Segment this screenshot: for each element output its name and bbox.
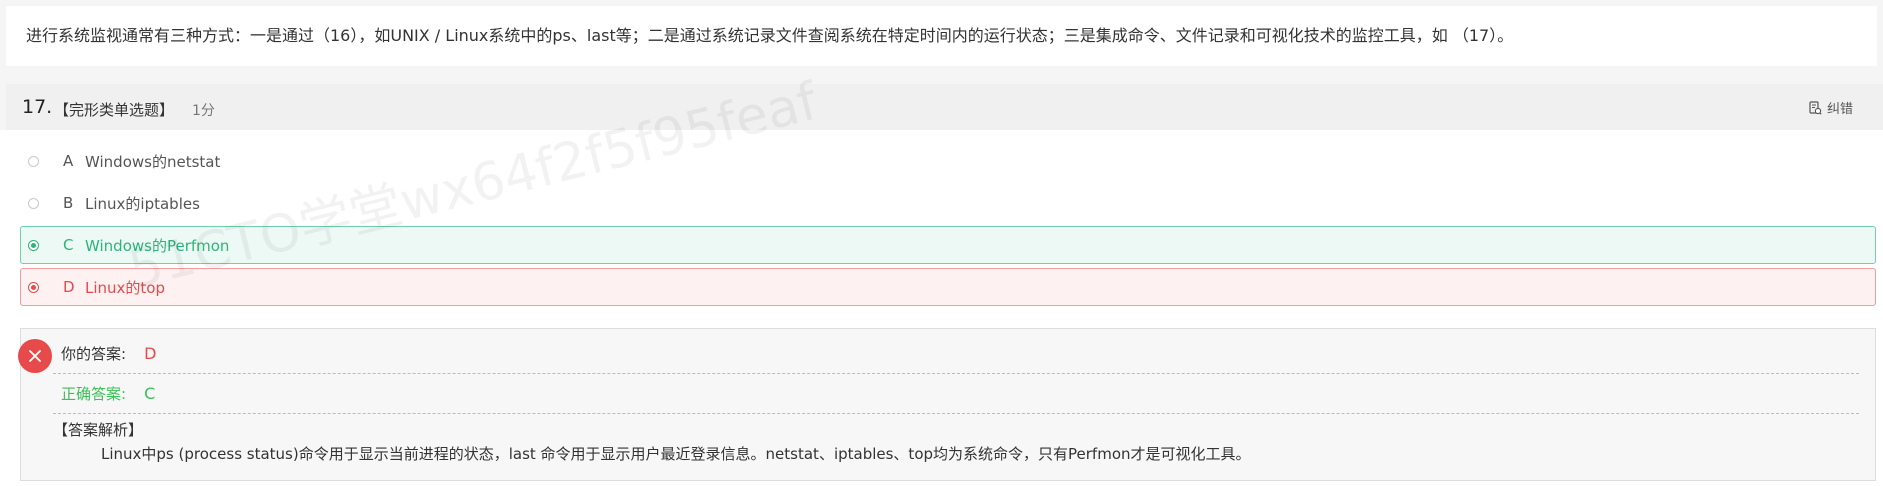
option-b-letter: B (63, 194, 74, 212)
option-c-letter: C (63, 236, 74, 254)
question-number: 17. (22, 96, 53, 118)
report-error-label: 纠错 (1826, 102, 1853, 117)
page: 进行系统监视通常有三种方式：一是通过（16），如UNIX / Linux系统中的… (0, 0, 1883, 486)
option-a-radio[interactable] (28, 155, 39, 167)
option-d-radio[interactable] (28, 281, 39, 293)
wrong-icon (18, 339, 52, 373)
question-score: 1分 (192, 103, 215, 119)
divider (53, 413, 1859, 414)
report-error-button[interactable]: 纠错 (1808, 98, 1853, 117)
your-answer-row: 你的答案: D (61, 343, 156, 364)
option-b[interactable]: B Linux的iptables (20, 184, 1876, 222)
question-stem: 进行系统监视通常有三种方式：一是通过（16），如UNIX / Linux系统中的… (6, 6, 1877, 66)
your-answer-label: 你的答案: (61, 345, 127, 363)
option-c[interactable]: C Windows的Perfmon (20, 226, 1876, 264)
option-c-text: Windows的Perfmon (85, 236, 230, 255)
option-b-text: Linux的iptables (85, 194, 200, 213)
report-error-icon (1808, 100, 1822, 115)
correct-answer-value: C (144, 384, 156, 403)
option-a-text: Windows的netstat (85, 152, 221, 171)
option-d[interactable]: D Linux的top (20, 268, 1876, 306)
answer-panel: 你的答案: D 正确答案: C 【答案解析】 Linux中ps (process… (18, 328, 1876, 481)
question-header: 17. 【完形类单选题】 1分 纠错 (6, 84, 1883, 130)
option-d-text: Linux的top (85, 278, 165, 297)
analysis-title: 【答案解析】 (53, 421, 144, 439)
analysis-text: Linux中ps (process status)命令用于显示当前进程的状态，l… (101, 445, 1251, 463)
option-a-letter: A (63, 152, 74, 170)
option-c-radio[interactable] (28, 239, 39, 251)
option-a[interactable]: A Windows的netstat (20, 142, 1876, 180)
your-answer-value: D (144, 344, 157, 363)
question-type: 【完形类单选题】 (54, 101, 175, 119)
option-d-letter: D (63, 278, 75, 296)
correct-answer-label: 正确答案: (61, 385, 127, 403)
option-b-radio[interactable] (28, 197, 39, 209)
divider (53, 373, 1859, 374)
correct-answer-row: 正确答案: C (61, 383, 155, 404)
